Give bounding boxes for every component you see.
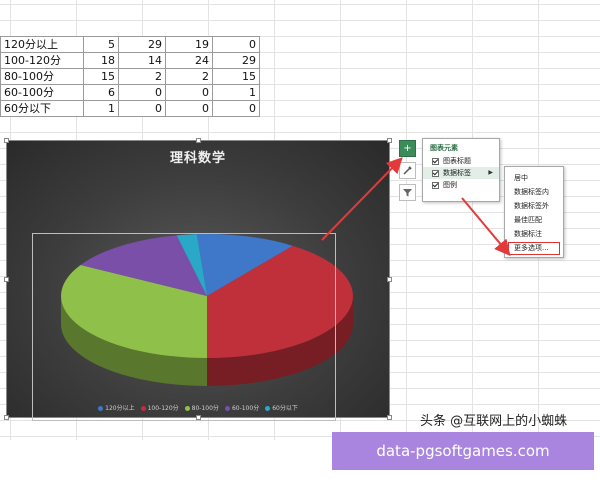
checkbox-checked-icon[interactable] (432, 169, 439, 177)
table-cell[interactable]: 6 (83, 84, 119, 101)
legend-label: 60-100分 (231, 405, 260, 412)
table-cell[interactable]: 2 (165, 68, 213, 85)
legend-label: 80-100分 (191, 405, 219, 412)
checkbox-checked-icon[interactable] (432, 181, 439, 189)
table-cell[interactable]: 1 (83, 100, 119, 117)
table-cell[interactable]: 18 (83, 52, 119, 69)
element-legend[interactable]: 图例 (423, 179, 499, 191)
table-cell[interactable]: 19 (165, 36, 213, 53)
row-label[interactable]: 60分以下 (0, 100, 84, 117)
watermark: 头条 @互联网上的小蜘蛛 (420, 414, 568, 429)
checkbox-checked-icon[interactable] (432, 157, 439, 165)
table-row: 80-100分 15 2 2 15 (0, 68, 260, 85)
table-cell[interactable]: 29 (212, 52, 260, 69)
resize-handle[interactable] (196, 415, 201, 420)
plus-icon: + (403, 143, 412, 154)
element-chart-title[interactable]: 图表标题 (423, 155, 499, 167)
table-cell[interactable]: 29 (118, 36, 166, 53)
table-cell[interactable]: 0 (118, 100, 166, 117)
legend-swatch (265, 406, 271, 411)
menu-item-inside-end[interactable]: 数据标签内 (505, 185, 563, 199)
menu-item-outside-end[interactable]: 数据标签外 (505, 199, 563, 213)
legend-entry[interactable]: 60-100分 (224, 403, 260, 412)
table-cell[interactable]: 0 (165, 84, 213, 101)
legend-entry[interactable]: 120分以上 (98, 403, 135, 412)
legend-label: 120分以上 (105, 405, 135, 412)
table-cell[interactable]: 5 (83, 36, 119, 53)
legend-swatch (224, 406, 230, 411)
table-cell[interactable]: 15 (83, 68, 119, 85)
legend-label: 60分以下 (272, 405, 298, 412)
row-label[interactable]: 100-120分 (0, 52, 84, 69)
table-cell[interactable]: 0 (118, 84, 166, 101)
menu-item-more-options[interactable]: 更多选项... (508, 242, 560, 255)
table-cell[interactable]: 0 (165, 100, 213, 117)
pie-chart[interactable]: 理科数学 120分以上 100-120分 80-100分 60-100分 60分以下 (4, 138, 392, 421)
resize-handle[interactable] (387, 138, 392, 143)
menu-item-data-callout[interactable]: 数据标注 (505, 227, 563, 241)
chart-elements-popup: 图表元素 图表标题 数据标签 ▶ 图例 (422, 138, 500, 202)
chart-styles-button[interactable] (399, 162, 416, 179)
legend-entry[interactable]: 60分以下 (265, 403, 298, 412)
legend-swatch (184, 406, 190, 411)
brush-icon (403, 166, 412, 175)
site-banner: data-pgsoftgames.com (332, 432, 594, 470)
table-cell[interactable]: 14 (118, 52, 166, 69)
table-cell[interactable]: 2 (118, 68, 166, 85)
resize-handle[interactable] (387, 277, 392, 282)
chart-elements-button[interactable]: + (399, 140, 416, 157)
table-cell[interactable]: 1 (212, 84, 260, 101)
resize-handle[interactable] (4, 138, 9, 143)
table-row: 120分以上 5 29 19 0 (0, 36, 260, 53)
element-data-labels[interactable]: 数据标签 ▶ (423, 167, 499, 179)
data-labels-submenu: 居中 数据标签内 数据标签外 最佳匹配 数据标注 更多选项... (504, 166, 564, 258)
legend-swatch (140, 406, 146, 411)
resize-handle[interactable] (387, 415, 392, 420)
legend-label: 100-120分 (147, 405, 179, 412)
menu-item-best-fit[interactable]: 最佳匹配 (505, 213, 563, 227)
filter-icon (403, 189, 412, 197)
legend-swatch (98, 406, 104, 411)
row-label[interactable]: 80-100分 (0, 68, 84, 85)
chart-filters-button[interactable] (399, 184, 416, 201)
resize-handle[interactable] (4, 277, 9, 282)
table-row: 100-120分 18 14 24 29 (0, 52, 260, 69)
legend-entry[interactable]: 100-120分 (140, 403, 179, 412)
table-cell[interactable]: 24 (165, 52, 213, 69)
legend-entry[interactable]: 80-100分 (184, 403, 219, 412)
triangle-right-icon[interactable]: ▶ (488, 169, 493, 176)
row-label[interactable]: 120分以上 (0, 36, 84, 53)
menu-item-center[interactable]: 居中 (505, 171, 563, 185)
table-cell[interactable]: 0 (212, 36, 260, 53)
plot-area-frame[interactable] (32, 233, 336, 421)
table-row: 60-100分 6 0 0 1 (0, 84, 260, 101)
resize-handle[interactable] (196, 138, 201, 143)
table-cell[interactable]: 15 (212, 68, 260, 85)
table-cell[interactable]: 0 (212, 100, 260, 117)
resize-handle[interactable] (4, 415, 9, 420)
chart-legend[interactable]: 120分以上 100-120分 80-100分 60-100分 60分以下 (7, 403, 389, 412)
row-label[interactable]: 60-100分 (0, 84, 84, 101)
data-table: 120分以上 5 29 19 0 100-120分 18 14 24 29 80-100分 15 2 2 1… (0, 36, 260, 117)
table-row: 60分以下 1 0 0 0 (0, 100, 260, 117)
popup-title: 图表元素 (430, 144, 458, 152)
